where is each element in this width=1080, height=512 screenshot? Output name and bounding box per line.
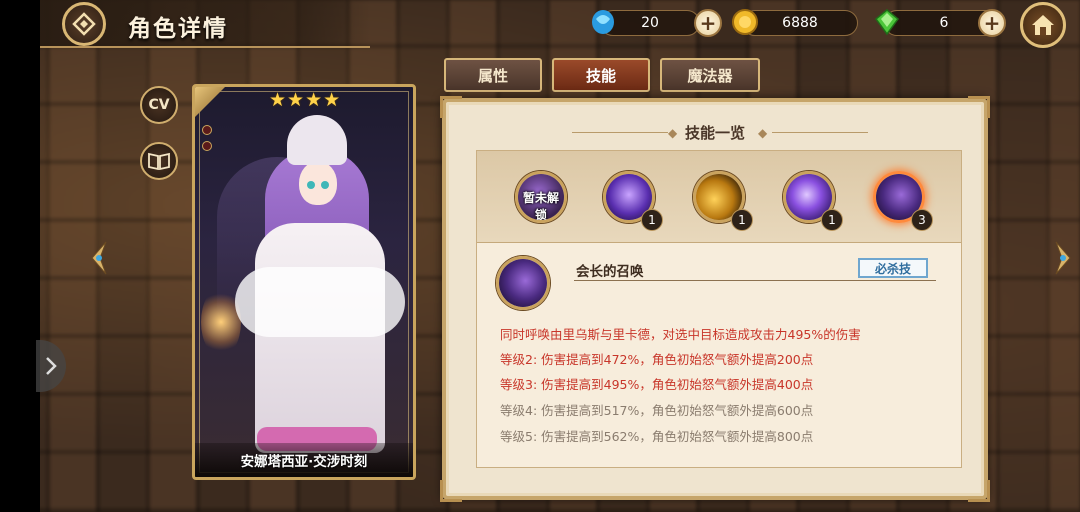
card-inner-frame — [199, 91, 409, 473]
chevron-right-icon — [46, 357, 57, 375]
panel-corner-ornament — [968, 480, 990, 502]
panel-corner-ornament — [440, 480, 462, 502]
character-name: 安娜塔西亚·交涉时刻 — [240, 454, 368, 470]
screen-left-edge — [0, 0, 40, 512]
gold-coin-icon — [732, 9, 758, 35]
next-character-arrow-icon[interactable] — [1050, 238, 1076, 278]
skill-panel: ◆ 技能一览 ◆ 暂未解锁 1 1 1 3 会长的召唤 必杀技 同时呼唤由里乌斯… — [440, 96, 990, 502]
skill-level-3-text: 等级3: 伤害提高到495%，角色初始怒气额外提高400点 — [500, 377, 814, 392]
tab-magic-device-label: 魔法器 — [687, 66, 733, 85]
page-title: 角色详情 — [128, 16, 228, 42]
home-button[interactable] — [1020, 2, 1066, 48]
green-gem-icon — [874, 9, 900, 36]
cv-button[interactable]: CV — [140, 86, 178, 124]
skill-description: 同时呼唤由里乌斯与里卡德，对选中目标造成攻击力495%的伤害 — [500, 327, 861, 342]
skill-list-box: 暂未解锁 1 1 1 3 — [476, 150, 962, 468]
skill-locked-label: 暂未解锁 — [522, 191, 559, 222]
gem-value: 6 — [939, 15, 949, 31]
skill-level-5-text: 等级5: 伤害提高到562%，角色初始怒气额外提高800点 — [500, 429, 814, 444]
cv-label: CV — [148, 97, 170, 113]
skill-level-badge: 1 — [641, 209, 663, 231]
card-gem-icon — [202, 125, 212, 135]
crystal-value: 20 — [641, 15, 659, 31]
skill-icon-locked[interactable]: 暂未解锁 — [515, 171, 567, 223]
gold-value: 6888 — [782, 15, 818, 31]
tab-magic-device[interactable]: 魔法器 — [660, 58, 760, 92]
skill-level-2-text: 等级2: 伤害提高到472%，角色初始怒气额外提高200点 — [500, 352, 814, 367]
back-button[interactable] — [62, 2, 106, 46]
book-button[interactable] — [140, 142, 178, 180]
selected-skill-icon — [496, 256, 550, 310]
tab-attributes-label: 属性 — [477, 66, 508, 85]
skill-name-underline — [574, 280, 936, 281]
tab-attributes[interactable]: 属性 — [444, 58, 542, 92]
character-card: ★★★★ 安娜塔西亚·交涉时刻 — [192, 84, 416, 480]
tab-skills-label: 技能 — [585, 66, 616, 85]
skill-level-badge: 3 — [911, 209, 933, 231]
tab-skills[interactable]: 技能 — [552, 58, 650, 92]
add-gem-button[interactable]: + — [978, 9, 1006, 37]
previous-character-arrow-icon[interactable] — [86, 238, 112, 278]
panel-corner-ornament — [968, 96, 990, 118]
title-diamond-icon: ◆ — [758, 126, 768, 140]
panel-title: 技能一览 — [684, 124, 745, 142]
skill-type-badge: 必杀技 — [858, 258, 928, 278]
skill-level-badge: 1 — [731, 209, 753, 231]
blue-crystal-icon — [592, 10, 614, 34]
skill-art — [499, 259, 547, 307]
skill-level-4-text: 等级4: 伤害提高到517%，角色初始怒气额外提高600点 — [500, 403, 814, 418]
card-gem-icon — [202, 141, 212, 151]
skill-name: 会长的召唤 — [576, 264, 644, 280]
add-crystal-button[interactable]: + — [694, 9, 722, 37]
book-icon — [148, 152, 170, 170]
title-divider-right — [772, 132, 868, 133]
home-icon — [1032, 15, 1054, 35]
diamond-back-icon — [72, 12, 96, 36]
skill-level-badge: 1 — [821, 209, 843, 231]
card-star-rating: ★★★★ — [269, 89, 342, 111]
panel-corner-ornament — [440, 96, 462, 118]
card-name-bar: 安娜塔西亚·交涉时刻 — [195, 443, 413, 477]
